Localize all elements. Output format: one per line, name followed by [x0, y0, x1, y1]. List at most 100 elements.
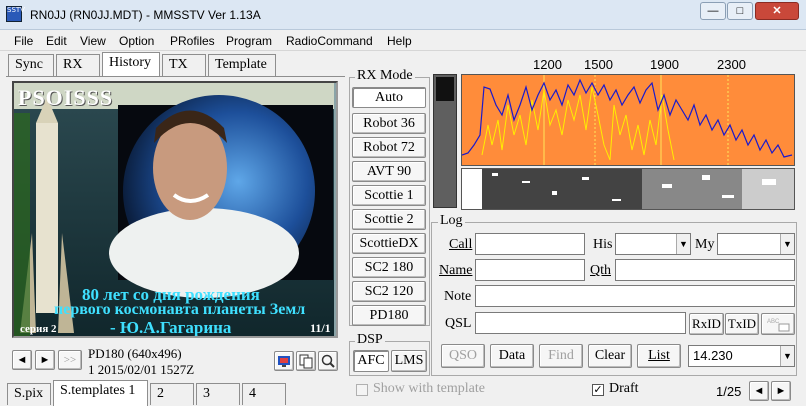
tab-3[interactable]: 3	[196, 383, 240, 405]
rocket-body	[36, 123, 58, 313]
his-label: His	[593, 237, 613, 252]
qso-button[interactable]: QSO	[441, 344, 485, 368]
tab-tx[interactable]: TX	[162, 54, 206, 76]
rx-mode-label: RX Mode	[355, 68, 415, 84]
spectrum-plot	[461, 75, 793, 165]
lms-button[interactable]: LMS	[391, 350, 427, 372]
app-icon: SSTV	[6, 6, 25, 22]
freq-tick-2300: 2300	[717, 57, 746, 72]
copy-icon[interactable]	[296, 351, 316, 371]
show-template-checkbox[interactable]	[356, 384, 368, 396]
list-button[interactable]: List	[637, 344, 681, 368]
menu-radiocommand[interactable]: RadioCommand	[286, 34, 373, 48]
menu-file[interactable]: File	[14, 34, 33, 48]
note-field[interactable]	[475, 285, 795, 307]
mode-scottiedx[interactable]: ScottieDX	[352, 233, 426, 254]
txid-button[interactable]: TxID	[725, 313, 759, 335]
clear-button[interactable]: Clear	[588, 344, 632, 368]
last-button[interactable]: >>	[58, 350, 82, 370]
freq-tick-1200: 1200	[533, 57, 562, 72]
spectrum-trace-yellow	[481, 86, 675, 161]
mode-pd180[interactable]: PD180	[352, 305, 426, 326]
dsp-label: DSP	[355, 332, 385, 348]
next-button[interactable]: ►	[35, 350, 55, 370]
tab-sync[interactable]: Sync	[8, 54, 54, 76]
his-dropdown-icon[interactable]: ▼	[676, 234, 690, 254]
history-date: 1 2015/02/01 1527Z	[88, 362, 195, 377]
prev-button[interactable]: ◄	[12, 350, 32, 370]
mode-robot36[interactable]: Robot 36	[352, 113, 426, 134]
tab-baseline	[6, 76, 345, 77]
mode-sc2-120[interactable]: SC2 120	[352, 281, 426, 302]
mode-robot72[interactable]: Robot 72	[352, 137, 426, 158]
mode-sc2-180[interactable]: SC2 180	[352, 257, 426, 278]
qsl-field[interactable]	[475, 312, 686, 334]
minimize-button[interactable]: —	[700, 2, 726, 20]
waterfall-display[interactable]	[461, 168, 795, 210]
abc-icon[interactable]: ABC	[761, 313, 795, 335]
page-prev-button[interactable]: ◄	[749, 381, 769, 401]
maximize-button[interactable]: □	[727, 2, 753, 20]
image-series-label: серия 2	[20, 323, 57, 335]
draft-label: Draft	[609, 381, 639, 396]
menu-profiles[interactable]: PRofiles	[170, 34, 215, 48]
level-meter	[433, 74, 457, 208]
image-top-text: PSOISSS	[18, 85, 114, 110]
menu-view[interactable]: View	[80, 34, 106, 48]
qth-field[interactable]	[615, 259, 795, 281]
tab-template[interactable]: Template	[208, 54, 276, 76]
name-field[interactable]	[475, 259, 585, 281]
frequency-dropdown-icon[interactable]: ▼	[780, 346, 794, 366]
menu-edit[interactable]: Edit	[46, 34, 67, 48]
image-tool-icon[interactable]	[274, 351, 294, 371]
rxid-button[interactable]: RxID	[689, 313, 724, 335]
tab-2[interactable]: 2	[150, 383, 194, 405]
tab-spix[interactable]: S.pix	[7, 383, 51, 405]
level-meter-peak	[436, 77, 454, 101]
spectrum-display[interactable]	[461, 74, 795, 166]
frequency-combo[interactable]: 14.230 ▼	[688, 345, 795, 367]
menu-program[interactable]: Program	[226, 34, 272, 48]
afc-button[interactable]: AFC	[353, 350, 389, 372]
note-label: Note	[444, 289, 472, 304]
image-caption-2: первого космонавта планеты Земл	[54, 301, 306, 318]
show-template-label: Show with template	[373, 381, 485, 396]
my-label: My	[695, 237, 715, 252]
his-combo[interactable]: ▼	[615, 233, 691, 255]
log-label: Log	[438, 213, 465, 229]
my-combo[interactable]: ▼	[717, 233, 795, 255]
tab-rx[interactable]: RX	[56, 54, 100, 76]
draft-checkbox[interactable]: ✓	[592, 384, 604, 396]
waterfall-plot	[482, 169, 794, 209]
my-dropdown-icon[interactable]: ▼	[780, 234, 794, 254]
waterfall-signal-a	[482, 169, 642, 209]
mode-avt90[interactable]: AVT 90	[352, 161, 426, 182]
page-counter: 1/25	[716, 384, 742, 399]
mode-scottie1[interactable]: Scottie 1	[352, 185, 426, 206]
tab-stemplates-1[interactable]: S.templates 1	[53, 380, 148, 406]
zoom-icon[interactable]	[318, 351, 338, 371]
find-button[interactable]: Find	[539, 344, 583, 368]
qth-label: Qth	[590, 263, 611, 278]
data-button[interactable]: Data	[490, 344, 534, 368]
right-edge	[334, 83, 336, 336]
tab-4[interactable]: 4	[242, 383, 286, 405]
page-next-button[interactable]: ►	[771, 381, 791, 401]
frequency-value: 14.230	[693, 348, 733, 363]
tower-left	[14, 113, 30, 336]
freq-tick-1500: 1500	[584, 57, 613, 72]
freq-tick-1900: 1900	[650, 57, 679, 72]
close-button[interactable]: ✕	[755, 2, 799, 20]
qsl-label: QSL	[445, 316, 472, 331]
tab-history[interactable]: History	[102, 52, 160, 77]
history-mode: PD180 (640x496)	[88, 346, 182, 361]
menu-option[interactable]: Option	[119, 34, 154, 48]
mode-scottie2[interactable]: Scottie 2	[352, 209, 426, 230]
svg-text:ABC: ABC	[767, 319, 780, 325]
menu-help[interactable]: Help	[387, 34, 412, 48]
waterfall-signal-b	[642, 169, 742, 209]
name-label: Name	[439, 263, 473, 278]
mode-auto[interactable]: Auto	[352, 87, 426, 108]
image-caption-3: - Ю.А.Гагарина	[110, 318, 232, 337]
call-field[interactable]	[475, 233, 585, 255]
